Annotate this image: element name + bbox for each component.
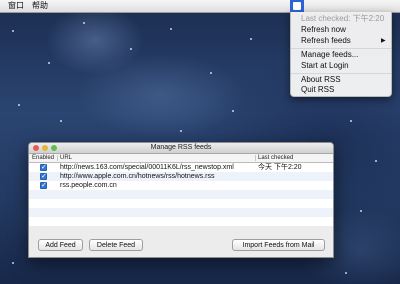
delete-feed-button[interactable]: Delete Feed — [89, 239, 143, 251]
star — [375, 160, 377, 162]
star — [170, 28, 172, 30]
star — [180, 130, 182, 132]
star — [12, 30, 14, 32]
menu-item-refresh-feeds[interactable]: Refresh feeds — [301, 36, 351, 46]
rss-icon[interactable] — [290, 0, 304, 12]
menu-help[interactable]: 帮助 — [32, 0, 48, 12]
column-url[interactable]: URL — [60, 154, 72, 162]
column-divider — [255, 155, 256, 161]
star — [360, 210, 362, 212]
manage-feeds-window: Manage RSS feeds Enabled URL Last checke… — [28, 142, 334, 258]
table-header: Enabled URL Last checked — [29, 154, 333, 163]
star — [350, 120, 352, 122]
menu-item-last-checked: Last checked: 下午2:20 — [301, 14, 385, 23]
enabled-checkbox[interactable]: ✓ — [40, 164, 47, 171]
table-row-empty — [29, 217, 333, 226]
add-feed-button[interactable]: Add Feed — [38, 239, 83, 251]
table-row-empty — [29, 208, 333, 217]
table-row[interactable]: ✓ rss.people.com.cn — [29, 181, 333, 190]
table-row[interactable]: ✓ http://www.apple.com.cn/hotnews/rss/ho… — [29, 172, 333, 181]
window-title: Manage RSS feeds — [150, 144, 212, 151]
feed-url: http://news.163.com/special/00011K6L/rss… — [60, 164, 234, 171]
star — [18, 104, 20, 106]
menu-item-refresh-now[interactable]: Refresh now — [301, 25, 346, 35]
title-bar[interactable]: Manage RSS feeds — [29, 143, 333, 154]
enabled-checkbox[interactable]: ✓ — [40, 173, 47, 180]
table-row-empty — [29, 190, 333, 199]
star — [250, 38, 252, 40]
submenu-arrow-icon: ▶ — [381, 38, 386, 44]
menu-separator — [291, 73, 391, 74]
rss-icon-glyph — [293, 2, 301, 10]
table-row-empty — [29, 199, 333, 208]
menu-window[interactable]: 窗口 — [8, 0, 24, 12]
status-menu: Last checked: 下午2:20 Refresh now Refresh… — [290, 12, 392, 97]
star — [345, 272, 347, 274]
menu-item-about[interactable]: About RSS — [301, 75, 341, 85]
menu-item-quit[interactable]: Quit RSS — [301, 85, 334, 95]
feeds-table: ✓ http://news.163.com/special/00011K6L/r… — [29, 163, 333, 227]
star — [130, 48, 132, 50]
column-divider — [57, 155, 58, 161]
feed-url: http://www.apple.com.cn/hotnews/rss/hotn… — [60, 173, 215, 180]
table-row[interactable]: ✓ http://news.163.com/special/00011K6L/r… — [29, 163, 333, 172]
star — [12, 262, 14, 264]
enabled-checkbox[interactable]: ✓ — [40, 182, 47, 189]
star — [83, 22, 85, 24]
column-enabled[interactable]: Enabled — [32, 154, 54, 162]
star — [210, 72, 212, 74]
menu-separator — [291, 48, 391, 49]
feed-last-checked: 今天 下午2:20 — [258, 164, 302, 171]
column-last-checked[interactable]: Last checked — [258, 154, 293, 162]
menu-item-manage-feeds[interactable]: Manage feeds... — [301, 50, 358, 60]
star — [48, 62, 50, 64]
feed-url: rss.people.com.cn — [60, 182, 117, 189]
import-feeds-button[interactable]: Import Feeds from Mail — [232, 239, 325, 251]
menu-item-start-at-login[interactable]: Start at Login — [301, 61, 349, 71]
star — [60, 120, 62, 122]
star — [232, 110, 234, 112]
